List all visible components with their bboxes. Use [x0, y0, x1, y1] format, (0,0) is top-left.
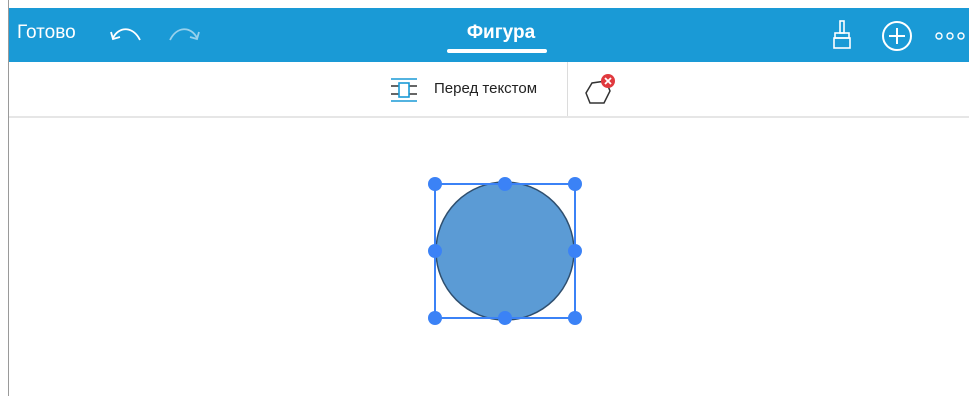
brush-icon[interactable] [831, 20, 853, 50]
undo-icon[interactable] [109, 24, 143, 46]
add-icon[interactable] [880, 19, 914, 53]
more-icon[interactable] [934, 30, 966, 42]
wrap-mode-label: Перед текстом [434, 80, 538, 97]
shape-layer [428, 177, 582, 325]
resize-handle-top-left[interactable] [428, 177, 442, 191]
tab-shape[interactable]: Фигура [457, 22, 545, 44]
resize-handle-top-right[interactable] [568, 177, 582, 191]
document-canvas[interactable] [9, 118, 969, 396]
resize-handle-bottom-left[interactable] [428, 311, 442, 325]
redo-icon[interactable] [167, 24, 201, 46]
resize-handle-bottom-right[interactable] [568, 311, 582, 325]
shape-toolbar: Перед текстом [9, 62, 969, 118]
wrap-in-front-icon [391, 78, 417, 102]
done-button[interactable]: Готово [17, 22, 76, 44]
circle-shape[interactable] [435, 181, 575, 321]
resize-handle-bottom[interactable] [498, 311, 512, 325]
resize-handle-left[interactable] [428, 244, 442, 258]
resize-handle-top[interactable] [498, 177, 512, 191]
active-tab-indicator [447, 49, 547, 53]
top-navigation-bar: Готово Фигура [9, 8, 969, 62]
toolbar-divider [567, 62, 568, 116]
resize-handle-right[interactable] [568, 244, 582, 258]
shape-delete-icon[interactable] [580, 71, 620, 107]
